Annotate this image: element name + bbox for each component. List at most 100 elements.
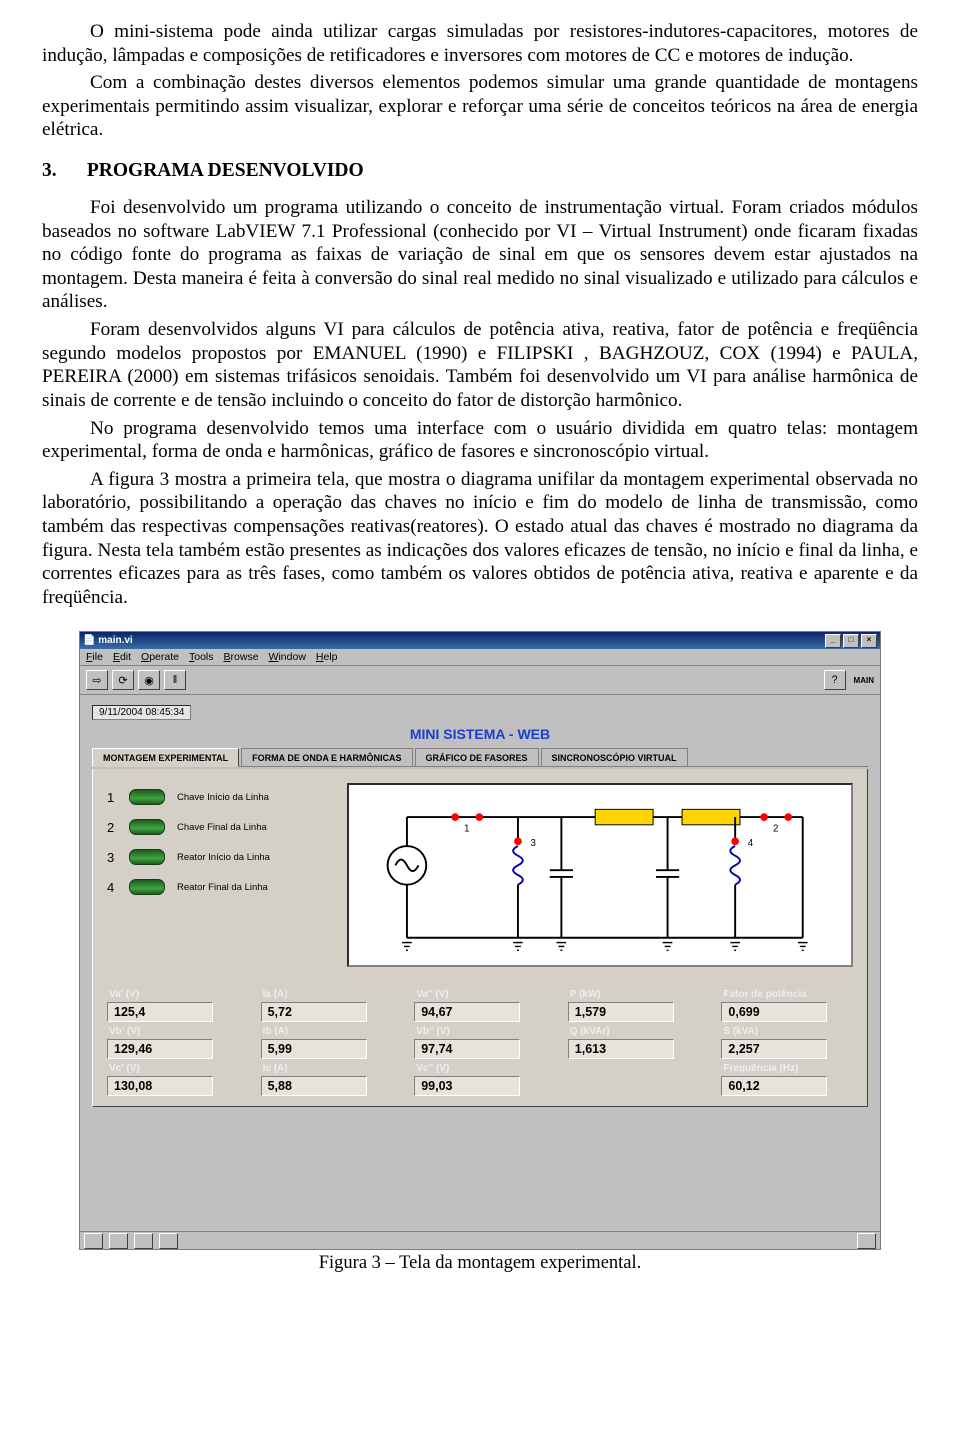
- readout-ia: Ia (A) 5,72: [261, 989, 393, 1022]
- switch-row-1: 1 Chave Início da Linha: [107, 789, 297, 805]
- circuit-diagram: 1 2 3: [347, 783, 853, 967]
- readout-value: 129,46: [107, 1039, 213, 1059]
- run-button[interactable]: ⇨: [86, 670, 108, 690]
- text: A figura 3 mostra a primeira tela, que m…: [42, 469, 918, 608]
- readout-va2: Va'' (V) 94,67: [414, 989, 546, 1022]
- tab-panel-montagem: 1 Chave Início da Linha 2 Chave Final da…: [92, 769, 868, 1107]
- readout-value: 2,257: [721, 1039, 827, 1059]
- tray-icon[interactable]: [857, 1233, 876, 1249]
- readout-value: 0,699: [721, 1002, 827, 1022]
- svg-text:2: 2: [773, 824, 778, 835]
- document-page: O mini-sistema pode ainda utilizar carga…: [0, 0, 960, 1294]
- switch-row-3: 3 Reator Início da Linha: [107, 849, 297, 865]
- switch-number: 2: [107, 820, 121, 835]
- readout-value: 125,4: [107, 1002, 213, 1022]
- task-button[interactable]: [159, 1233, 178, 1249]
- readout-value: 1,613: [568, 1039, 674, 1059]
- menu-edit[interactable]: Edit: [113, 651, 131, 663]
- menu-browse[interactable]: Browse: [224, 651, 259, 663]
- close-button[interactable]: ×: [861, 634, 877, 648]
- menu-file[interactable]: File: [86, 651, 103, 663]
- readout-label: Vc'' (V): [414, 1063, 546, 1074]
- window-title-bar[interactable]: 📄 main.vi _ □ ×: [80, 632, 880, 649]
- menu-window[interactable]: Window: [269, 651, 306, 663]
- maximize-button[interactable]: □: [843, 634, 859, 648]
- section-number: 3.: [42, 160, 82, 182]
- readout-vb1: Vb' (V) 129,46: [107, 1026, 239, 1059]
- readout-value: 130,08: [107, 1076, 213, 1096]
- readout-fp: Fator de potência0,699: [721, 989, 853, 1022]
- text: O mini-sistema pode ainda utilizar carga…: [42, 21, 918, 66]
- switch-led[interactable]: [129, 879, 165, 895]
- readout-p: P (kW) 1,579: [568, 989, 700, 1022]
- labview-window: 📄 main.vi _ □ × File Edit Operate Tools …: [79, 631, 881, 1250]
- figure-caption: Figura 3 – Tela da montagem experimental…: [42, 1253, 918, 1274]
- main-index-icon: MAIN: [854, 676, 874, 685]
- readout-ib: Ib (A) 5,99: [261, 1026, 393, 1059]
- paragraph: Foi desenvolvido um programa utilizando …: [42, 196, 918, 314]
- menu-help[interactable]: Help: [316, 651, 338, 663]
- readout-label: Ic (A): [261, 1063, 393, 1074]
- readout-value: 94,67: [414, 1002, 520, 1022]
- help-button[interactable]: ?: [824, 670, 846, 690]
- readout-label: S (kVA): [721, 1026, 853, 1037]
- paragraph: Com a combinação destes diversos element…: [42, 71, 918, 142]
- readout-label: Ia (A): [261, 989, 393, 1000]
- readout-label: Q (kVAr): [568, 1026, 700, 1037]
- tab-sincronoscopio[interactable]: SINCRONOSCÓPIO VIRTUAL: [541, 748, 688, 766]
- text: Com a combinação destes diversos element…: [42, 72, 918, 140]
- switch-led[interactable]: [129, 849, 165, 865]
- readout-freq: Frequência (Hz)60,12: [721, 1063, 853, 1096]
- paragraph: A figura 3 mostra a primeira tela, que m…: [42, 468, 918, 610]
- readout-ic: Ic (A)5,88: [261, 1063, 393, 1096]
- text: No programa desenvolvido temos uma inter…: [42, 418, 918, 463]
- task-button[interactable]: [134, 1233, 153, 1249]
- abort-button[interactable]: ◉: [138, 670, 160, 690]
- readout-label: P (kW): [568, 989, 700, 1000]
- readout-value: 5,72: [261, 1002, 367, 1022]
- switch-row-2: 2 Chave Final da Linha: [107, 819, 297, 835]
- tab-fasores[interactable]: GRÁFICO DE FASORES: [415, 748, 539, 766]
- text: Foi desenvolvido um programa utilizando …: [42, 197, 918, 312]
- switch-label: Chave Final da Linha: [177, 822, 267, 833]
- switch-label: Reator Final da Linha: [177, 882, 268, 893]
- tab-montagem[interactable]: MONTAGEM EXPERIMENTAL: [92, 748, 239, 767]
- readout-grid: Va' (V)125,4 Ia (A)5,72 Va'' (V)94,67 P …: [107, 989, 853, 1096]
- readout-label: Vc' (V): [107, 1063, 239, 1074]
- switch-led[interactable]: [129, 819, 165, 835]
- datetime-indicator: 9/11/2004 08:45:34: [92, 705, 191, 720]
- readout-label: Vb' (V): [107, 1026, 239, 1037]
- switch-row-4: 4 Reator Final da Linha: [107, 879, 297, 895]
- start-button[interactable]: [84, 1233, 103, 1249]
- window-title: 📄 main.vi: [83, 635, 133, 646]
- readout-value: 97,74: [414, 1039, 520, 1059]
- menu-bar: File Edit Operate Tools Browse Window He…: [80, 649, 880, 666]
- switch-number: 1: [107, 790, 121, 805]
- menu-operate[interactable]: Operate: [141, 651, 179, 663]
- taskbar: [80, 1231, 880, 1249]
- section-title: PROGRAMA DESENVOLVIDO: [87, 160, 364, 181]
- run-continuous-button[interactable]: ⟳: [112, 670, 134, 690]
- readout-value: 5,99: [261, 1039, 367, 1059]
- tab-forma-onda[interactable]: FORMA DE ONDA E HARMÔNICAS: [241, 748, 412, 766]
- text: Foram desenvolvidos alguns VI para cálcu…: [42, 319, 918, 411]
- readout-label: Vb'' (V): [414, 1026, 546, 1037]
- svg-text:3: 3: [530, 838, 535, 849]
- switch-number: 4: [107, 880, 121, 895]
- switch-led[interactable]: [129, 789, 165, 805]
- svg-text:1: 1: [464, 824, 469, 835]
- readout-q: Q (kVAr) 1,613: [568, 1026, 700, 1059]
- task-button[interactable]: [109, 1233, 128, 1249]
- section-heading: 3. PROGRAMA DESENVOLVIDO: [42, 160, 918, 182]
- switch-label: Reator Início da Linha: [177, 852, 270, 863]
- readout-value: 1,579: [568, 1002, 674, 1022]
- menu-tools[interactable]: Tools: [189, 651, 214, 663]
- tab-bar: MONTAGEM EXPERIMENTAL FORMA DE ONDA E HA…: [92, 748, 868, 767]
- readout-label: Va'' (V): [414, 989, 546, 1000]
- minimize-button[interactable]: _: [825, 634, 841, 648]
- readout-vc2: Vc'' (V)99,03: [414, 1063, 546, 1096]
- readout-label: Ib (A): [261, 1026, 393, 1037]
- switch-number: 3: [107, 850, 121, 865]
- pause-button[interactable]: ‖: [164, 670, 186, 690]
- paragraph: No programa desenvolvido temos uma inter…: [42, 417, 918, 464]
